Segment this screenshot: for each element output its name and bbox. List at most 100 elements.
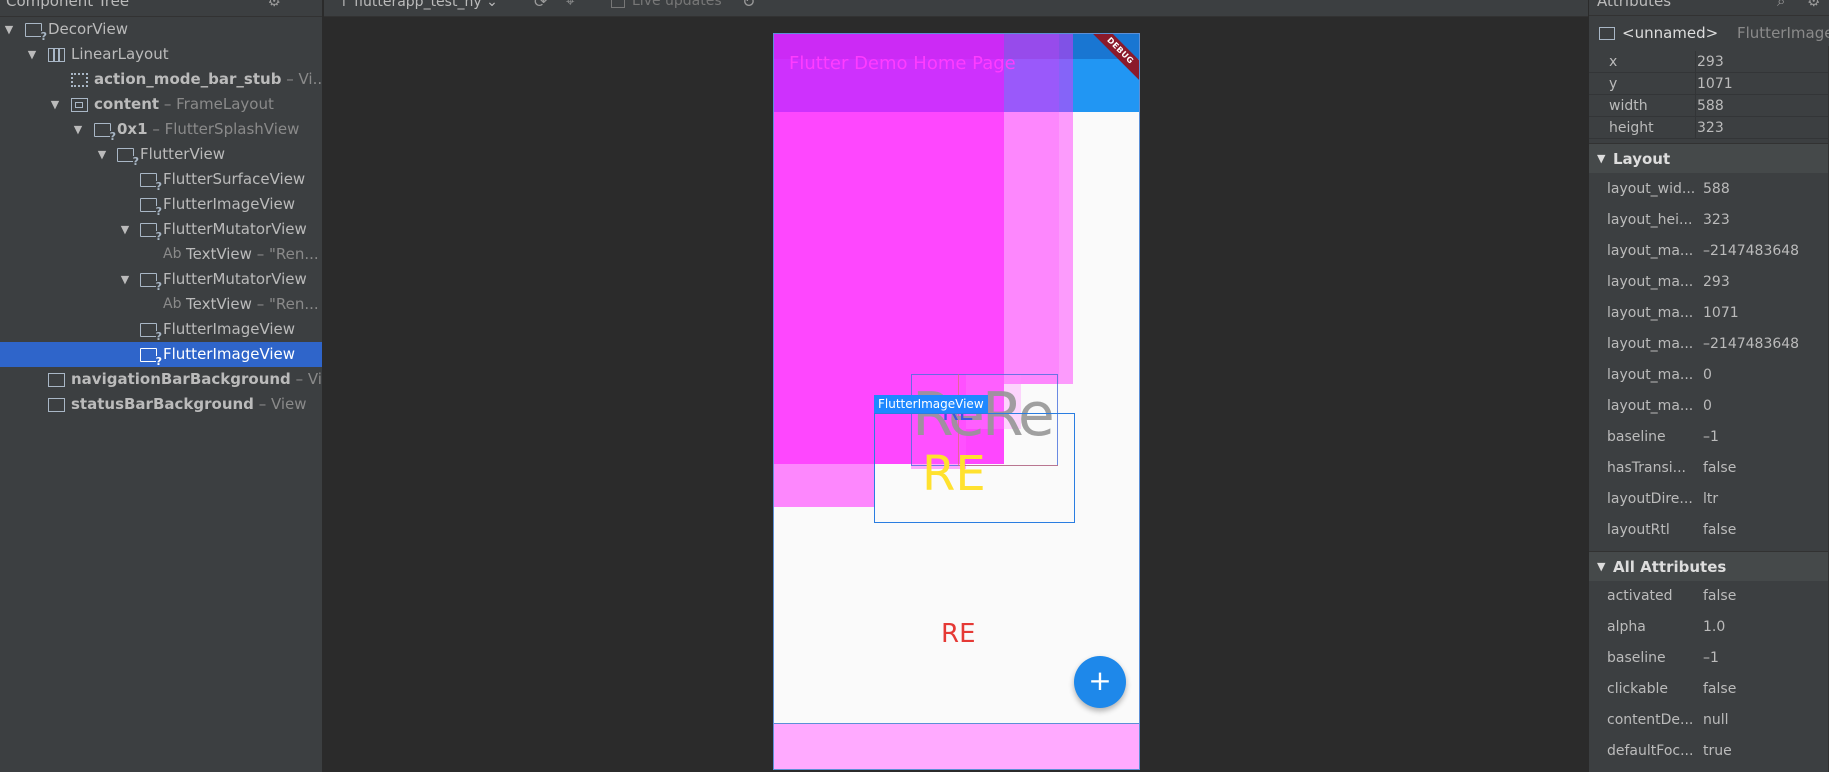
tree-item-action-mode-bar-stub[interactable]: action_mode_bar_stub – Vi...	[0, 67, 323, 92]
attr-row[interactable]: layout_ma... –2147483648	[1589, 329, 1829, 360]
attr-key: x	[1609, 54, 1618, 70]
attr-row[interactable]: contentDe... null	[1589, 705, 1829, 736]
tree-item-textview[interactable]: Ab TextView – "Ren...	[0, 292, 322, 317]
view-icon	[140, 223, 163, 242]
flutter-image-overlay[interactable]	[774, 464, 874, 507]
tree-item-flutter-image-view[interactable]: FlutterImageView	[0, 192, 322, 217]
attr-value[interactable]: 1071	[1697, 73, 1733, 95]
attr-row-y[interactable]: y 1071	[1589, 73, 1829, 95]
attr-row[interactable]: layout_ma... 1071	[1589, 298, 1829, 329]
attr-value[interactable]: 1.0	[1703, 612, 1725, 643]
attr-value[interactable]: false	[1703, 515, 1736, 546]
attr-value[interactable]: 588	[1703, 174, 1730, 205]
attr-row[interactable]: layout_ma... 0	[1589, 391, 1829, 422]
live-updates-checkbox[interactable]	[611, 0, 625, 8]
attr-value[interactable]: null	[1703, 705, 1729, 736]
expand-triangle-icon[interactable]: ▼	[96, 142, 108, 167]
attr-value[interactable]: false	[1703, 453, 1736, 484]
expand-triangle-icon[interactable]: ▼	[3, 17, 15, 42]
expand-triangle-icon[interactable]: ▼	[49, 92, 61, 117]
attr-row[interactable]: baseline –1	[1589, 422, 1829, 453]
tree-item-label: TextView	[186, 245, 252, 263]
view-icon	[25, 23, 48, 42]
attr-row[interactable]: layoutRtl false	[1589, 515, 1829, 546]
attr-value[interactable]: ltr	[1703, 484, 1718, 515]
attr-value[interactable]: –1	[1703, 422, 1719, 453]
tree-item-flutter-image-view[interactable]: FlutterImageView	[0, 317, 322, 342]
attr-row[interactable]: layout_ma... –2147483648	[1589, 236, 1829, 267]
attr-value[interactable]: 0	[1703, 360, 1712, 391]
reload-icon[interactable]: ↻	[742, 0, 755, 11]
tree-item-label: FlutterMutatorView	[163, 220, 307, 238]
expand-triangle-icon[interactable]: ▼	[26, 42, 38, 67]
gear-icon[interactable]: ⚙	[268, 0, 281, 10]
tree-item-class: – Vi...	[281, 70, 323, 88]
tree-item-content[interactable]: ▼ content – FrameLayout	[0, 92, 322, 117]
tree-item-flutter-surface-view[interactable]: FlutterSurfaceView	[0, 167, 322, 192]
refresh-icon[interactable]: ⟳	[534, 0, 547, 11]
attr-row[interactable]: hasTransi... false	[1589, 453, 1829, 484]
attr-row[interactable]: defaultFoc... true	[1589, 736, 1829, 767]
attr-key: baseline	[1607, 650, 1666, 666]
attr-row[interactable]: clickable false	[1589, 674, 1829, 705]
tree-item-id: 0x1	[117, 120, 148, 138]
attr-value[interactable]: 0	[1703, 391, 1712, 422]
attr-row[interactable]: layoutDire... ltr	[1589, 484, 1829, 515]
expand-triangle-icon[interactable]: ▼	[119, 217, 131, 242]
collapse-triangle-icon[interactable]: ▼	[1597, 144, 1605, 174]
tree-item-flutter-image-view-selected[interactable]: FlutterImageView	[0, 342, 322, 367]
attr-row[interactable]: layout_wid... 588	[1589, 174, 1829, 205]
attr-row[interactable]: baseline –1	[1589, 643, 1829, 674]
attr-row[interactable]: layout_hei... 323	[1589, 205, 1829, 236]
device-canvas[interactable]: Flutter Demo Home Page DEBUG ReRe RE RE …	[324, 17, 1588, 772]
expand-triangle-icon[interactable]: ▼	[72, 117, 84, 142]
attr-value[interactable]: false	[1703, 674, 1736, 705]
layout-section-header[interactable]: ▼ Layout	[1589, 143, 1829, 173]
attr-value[interactable]: –2147483648	[1703, 329, 1799, 360]
attributes-panel: Attributes ⌕ ⚙ <unnamed> FlutterImageVie…	[1588, 0, 1829, 772]
flutter-image-overlay[interactable]	[1004, 34, 1059, 384]
attr-row-height[interactable]: height 323	[1589, 117, 1829, 139]
attr-value[interactable]: 323	[1697, 117, 1724, 139]
tree-item-textview[interactable]: Ab TextView – "Ren...	[0, 242, 322, 267]
device-screen[interactable]: Flutter Demo Home Page DEBUG ReRe RE RE …	[773, 33, 1140, 770]
attr-value[interactable]: false	[1703, 581, 1736, 612]
tree-item-flutter-mutator-view[interactable]: ▼ FlutterMutatorView	[0, 267, 322, 292]
attr-value[interactable]: 323	[1703, 205, 1730, 236]
attr-row-width[interactable]: width 588	[1589, 95, 1829, 117]
view-options-icon[interactable]: ⌖	[566, 0, 574, 10]
attr-value[interactable]: 293	[1703, 267, 1730, 298]
linear-layout-icon	[48, 48, 65, 62]
all-attributes-section-header[interactable]: ▼ All Attributes	[1589, 551, 1829, 581]
navigation-bar-overlay[interactable]	[774, 723, 1139, 769]
view-icon	[140, 348, 163, 367]
attr-value[interactable]: 293	[1697, 51, 1724, 73]
flutter-image-overlay[interactable]	[1059, 34, 1073, 384]
attr-value[interactable]: true	[1703, 736, 1732, 767]
fab-add-button[interactable]: +	[1074, 656, 1126, 708]
attr-value[interactable]: 588	[1697, 95, 1724, 117]
tree-item-flutter-mutator-view[interactable]: ▼ FlutterMutatorView	[0, 217, 322, 242]
attr-value[interactable]: –1	[1703, 643, 1719, 674]
tree-item-flutter-splash-view[interactable]: ▼ 0x1 – FlutterSplashView	[0, 117, 322, 142]
search-icon[interactable]: ⌕	[1777, 0, 1785, 10]
tree-item-decorview[interactable]: ▼ DecorView	[0, 17, 322, 42]
attr-row-x[interactable]: x 293	[1589, 51, 1829, 73]
attr-row[interactable]: activated false	[1589, 581, 1829, 612]
tree-item-linearlayout[interactable]: ▼ LinearLayout	[0, 42, 322, 67]
collapse-triangle-icon[interactable]: ▼	[1597, 552, 1605, 582]
attr-value[interactable]: –2147483648	[1703, 236, 1799, 267]
attr-row[interactable]: alpha 1.0	[1589, 612, 1829, 643]
process-selector[interactable]: ↑ flutterapp_test_hy ⌄	[338, 0, 498, 10]
gear-icon[interactable]: ⚙	[1807, 0, 1820, 10]
expand-triangle-icon[interactable]: ▼	[119, 267, 131, 292]
attr-row[interactable]: layout_ma... 293	[1589, 267, 1829, 298]
attr-row[interactable]: layout_ma... 0	[1589, 360, 1829, 391]
view-icon	[48, 373, 65, 387]
tree-item-navigation-bar-background[interactable]: navigationBarBackground – Vi...	[0, 367, 322, 392]
tree-item-flutter-view[interactable]: ▼ FlutterView	[0, 142, 322, 167]
tree-item-label: FlutterImageView	[163, 195, 296, 213]
tree-item-status-bar-background[interactable]: statusBarBackground – View	[0, 392, 322, 417]
selection-bounds[interactable]	[874, 413, 1075, 523]
attr-value[interactable]: 1071	[1703, 298, 1739, 329]
